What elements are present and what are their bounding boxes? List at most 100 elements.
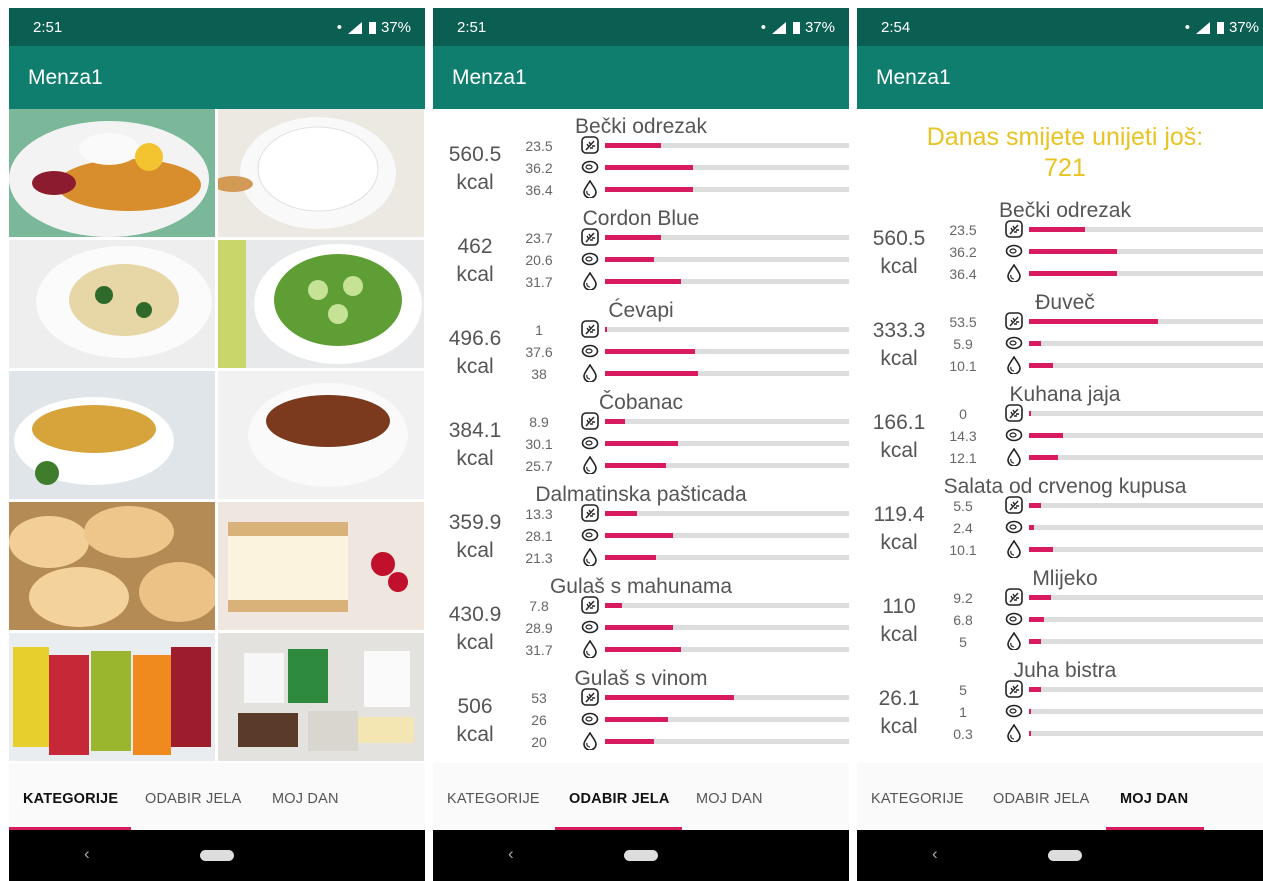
food-item[interactable]: Ćevapi 496.6 kcal 1 37.6 38 — [433, 299, 849, 391]
status-time: 2:51 — [457, 19, 487, 36]
nutrient-bar-fill — [605, 279, 681, 284]
nutrient-bar-track — [1029, 227, 1263, 232]
back-icon[interactable]: ‹ — [84, 844, 90, 864]
kcal-unit: kcal — [880, 531, 918, 554]
nutrient-bar-fill — [605, 533, 673, 538]
back-icon[interactable]: ‹ — [932, 844, 938, 864]
tab-moj-dan[interactable]: MOJ DAN — [1120, 791, 1188, 807]
nutrient-bar-fill — [605, 349, 695, 354]
battery-percent: 37% — [1228, 19, 1259, 36]
food-name: Đuveč — [1035, 291, 1095, 314]
home-pill-icon[interactable] — [624, 850, 658, 861]
nutrient-bar-track — [605, 695, 849, 700]
meat-icon — [1005, 242, 1023, 260]
food-item[interactable]: Mlijeko 110 kcal 9.2 6.8 5 — [857, 567, 1263, 659]
drop-icon — [581, 455, 599, 475]
nutrient-bar-track — [605, 511, 849, 516]
nutrient-bar-fill — [605, 555, 656, 560]
nutrient-value: 2.4 — [953, 520, 973, 536]
tab-odabir-jela[interactable]: ODABIR JELA — [993, 791, 1089, 807]
nav-bar: ‹ — [857, 830, 1263, 881]
tab-kategorije[interactable]: KATEGORIJE — [23, 791, 118, 807]
nutrient-bar-track — [1029, 503, 1263, 508]
food-item[interactable]: Kuhana jaja 166.1 kcal 0 14.3 12.1 — [857, 383, 1263, 475]
status-icons: • 37% — [761, 19, 835, 36]
food-item[interactable]: Đuveč 333.3 kcal 53.5 5.9 10.1 — [857, 291, 1263, 383]
nutrient-bar-fill — [605, 463, 666, 468]
tab-kategorije[interactable]: KATEGORIJE — [447, 791, 540, 807]
food-item[interactable]: Gulaš s mahunama 430.9 kcal 7.8 28.9 31.7 — [433, 575, 849, 667]
home-pill-icon[interactable] — [1048, 850, 1082, 861]
phone-screen-moj-dan: 2:54 • 37% Menza1 Danas smijete unijeti … — [857, 8, 1263, 881]
kcal-unit: kcal — [880, 255, 918, 278]
food-item[interactable]: Gulaš s vinom 506 kcal 53 26 20 — [433, 667, 849, 759]
nutrient-bar-fill — [605, 143, 661, 148]
food-item[interactable]: Bečki odrezak 560.5 kcal 23.5 36.2 36.4 — [433, 115, 849, 207]
kcal-unit: kcal — [880, 623, 918, 646]
nutrient-value: 10.1 — [949, 542, 977, 558]
nutrient-bar-fill — [605, 647, 681, 652]
category-rice-image[interactable] — [218, 109, 424, 237]
meat-icon — [581, 250, 599, 268]
grain-icon — [581, 412, 599, 430]
meat-icon — [1005, 518, 1023, 536]
home-pill-icon[interactable] — [200, 850, 234, 861]
app-title: Menza1 — [452, 66, 527, 89]
food-item[interactable]: Cordon Blue 462 kcal 23.7 20.6 31.7 — [433, 207, 849, 299]
category-juice-image[interactable] — [9, 633, 215, 761]
tab-moj-dan[interactable]: MOJ DAN — [272, 791, 339, 807]
nutrient-value: 9.2 — [953, 590, 973, 606]
tab-moj-dan[interactable]: MOJ DAN — [696, 791, 763, 807]
nutrient-value: 26 — [531, 712, 547, 728]
category-bread-rolls-image[interactable] — [9, 502, 215, 630]
category-dairy-image[interactable] — [218, 633, 424, 761]
back-icon[interactable]: ‹ — [508, 844, 514, 864]
nutrient-bar-track — [605, 257, 849, 262]
tab-bar: KATEGORIJE ODABIR JELA MOJ DAN — [857, 763, 1263, 830]
category-pasta-image[interactable] — [9, 240, 215, 368]
kcal-value: 384.1 — [448, 419, 502, 442]
drop-icon — [1005, 723, 1023, 743]
tab-kategorije[interactable]: KATEGORIJE — [871, 791, 964, 807]
nutrient-bar-track — [1029, 249, 1263, 254]
my-day-list: Danas smijete unijeti još: 721 Bečki odr… — [857, 109, 1263, 763]
food-item[interactable]: Bečki odrezak 560.5 kcal 23.5 36.2 36.4 — [857, 199, 1263, 291]
battery-icon — [792, 21, 800, 34]
nutrient-bar-track — [1029, 709, 1263, 714]
category-soup-image[interactable] — [9, 371, 215, 499]
food-name: Cordon Blue — [582, 207, 700, 230]
food-name: Bečki odrezak — [999, 199, 1131, 222]
kcal-unit: kcal — [880, 439, 918, 462]
tab-odabir-jela[interactable]: ODABIR JELA — [569, 791, 670, 807]
grain-icon — [1005, 312, 1023, 330]
battery-percent: 37% — [380, 19, 411, 36]
nutrient-value: 0.3 — [953, 726, 973, 742]
drop-icon — [1005, 355, 1023, 375]
nutrient-bar-fill — [1029, 503, 1041, 508]
nutrient-value: 6.8 — [953, 612, 973, 628]
kcal-value: 430.9 — [448, 603, 502, 626]
food-item[interactable]: Juha bistra 26.1 kcal 5 1 0.3 — [857, 659, 1263, 751]
category-schnitzel-image[interactable] — [9, 109, 215, 237]
food-kcal: 26.1 kcal — [865, 685, 933, 741]
food-item[interactable]: Salata od crvenog kupusa 119.4 kcal 5.5 2.4 1… — [857, 475, 1263, 567]
kcal-value: 333.3 — [872, 319, 926, 342]
nutrient-value: 7.8 — [529, 598, 549, 614]
nutrient-bar-fill — [605, 419, 625, 424]
category-stew-image[interactable] — [218, 371, 424, 499]
food-item[interactable]: Čobanac 384.1 kcal 8.9 30.1 25.7 — [433, 391, 849, 483]
grain-icon — [581, 596, 599, 614]
nutrient-bar-fill — [1029, 249, 1117, 254]
category-cake-image[interactable] — [218, 502, 424, 630]
nutrient-bar-fill — [1029, 455, 1058, 460]
category-cucumber-salad-image[interactable] — [218, 240, 424, 368]
app-bar: Menza1 — [9, 46, 425, 109]
tab-odabir-jela[interactable]: ODABIR JELA — [145, 791, 241, 807]
nav-bar: ‹ — [433, 830, 849, 881]
nutrient-bar-track — [605, 349, 849, 354]
nutrient-value: 20 — [531, 734, 547, 750]
kcal-unit: kcal — [880, 347, 918, 370]
drop-icon — [581, 179, 599, 199]
grain-icon — [581, 504, 599, 522]
food-item[interactable]: Dalmatinska pašticada 359.9 kcal 13.3 28.1 21… — [433, 483, 849, 575]
